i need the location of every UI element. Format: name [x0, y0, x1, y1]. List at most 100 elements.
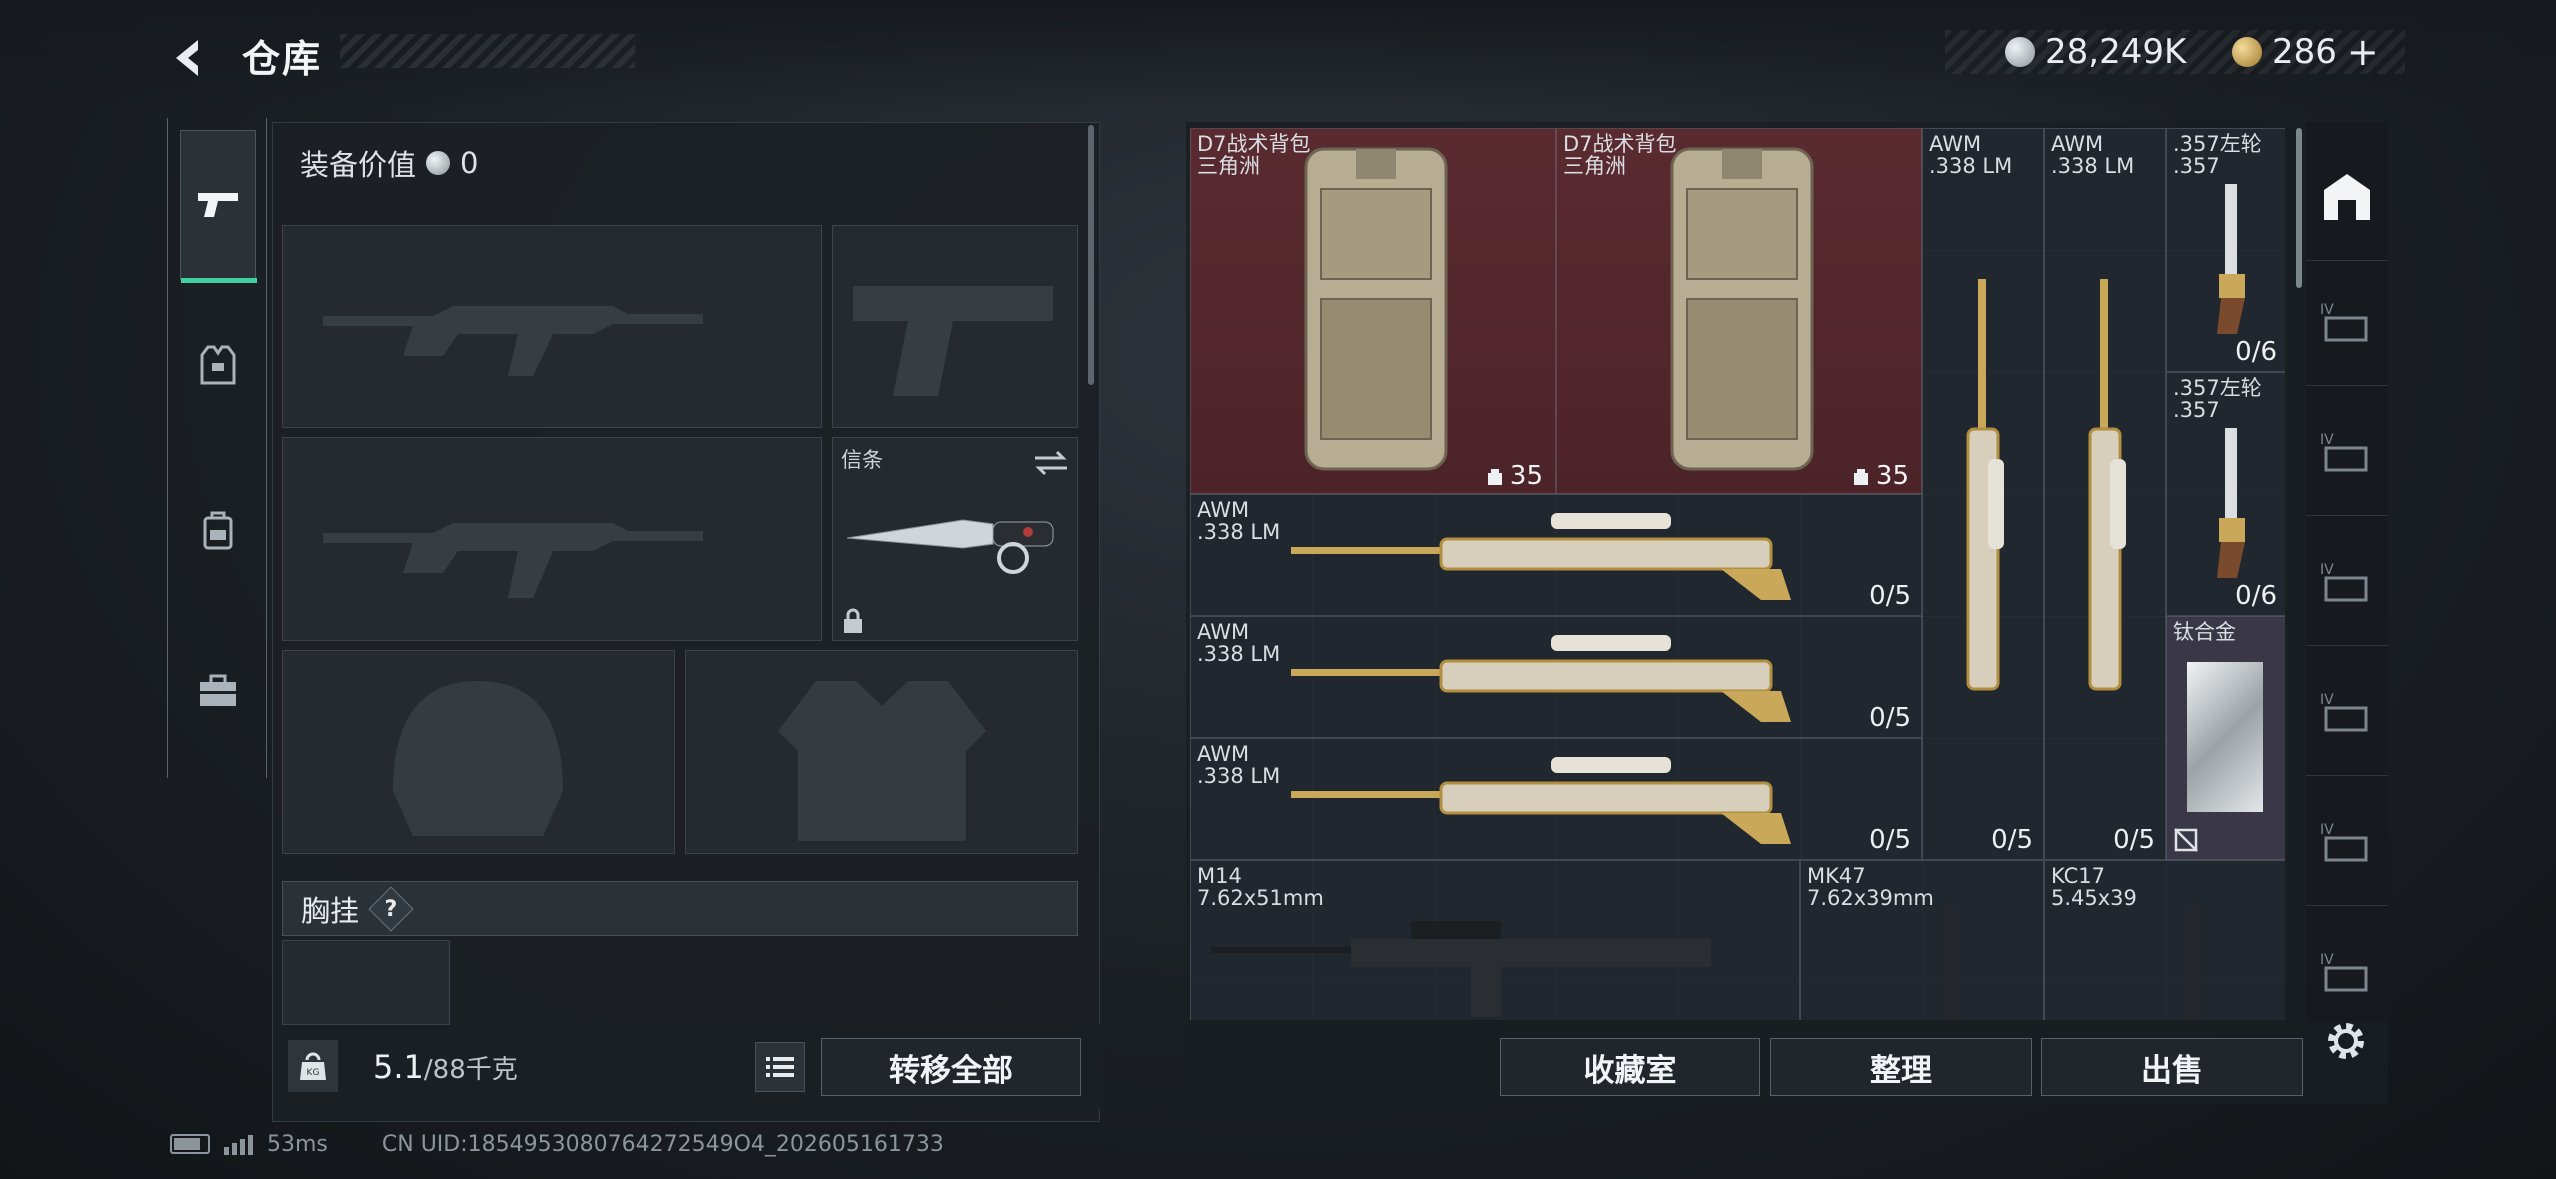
- stash-grid: D7战术背包 三角洲 35 D7战术背包 三角洲 35 AWM .338 LM: [1190, 128, 2285, 1020]
- rifle-silhouette-icon: [323, 306, 703, 376]
- back-arrow-icon: [176, 40, 198, 76]
- stash-item-titanium-alloy[interactable]: 钛合金: [2166, 616, 2285, 860]
- chest-rig-slot[interactable]: [282, 940, 450, 1025]
- stash-item-m14[interactable]: M14 7.62x51mm: [1190, 860, 1800, 1020]
- svg-text:IV: IV: [2320, 822, 2334, 838]
- item-count: 0/5: [2113, 825, 2155, 855]
- filter-tier-4-f[interactable]: IV: [2315, 940, 2379, 1004]
- svg-text:IV: IV: [2320, 432, 2334, 448]
- item-name: MK47 7.62x39mm: [1807, 864, 1934, 910]
- help-icon[interactable]: ?: [368, 885, 414, 932]
- filter-tier-4-b[interactable]: IV: [2315, 420, 2379, 484]
- add-currency-button[interactable]: +: [2347, 30, 2379, 74]
- filter-tier-4-a[interactable]: IV: [2315, 290, 2379, 354]
- item-count: 0/5: [1869, 581, 1911, 611]
- back-button[interactable]: [160, 28, 220, 88]
- primary-weapon-slot-1[interactable]: [282, 225, 822, 428]
- melee-label: 信条: [841, 448, 883, 472]
- lock-icon: [844, 608, 862, 633]
- filter-all-button[interactable]: [2315, 165, 2379, 229]
- helmet-slot[interactable]: [282, 650, 675, 854]
- equipment-value: 装备价值 0: [300, 142, 478, 184]
- item-name: .357左轮 .357: [2173, 132, 2262, 178]
- item-name: AWM .338 LM: [2051, 132, 2135, 178]
- collection-room-button[interactable]: 收藏室: [1500, 1038, 1760, 1096]
- body-armor-slot[interactable]: [685, 650, 1078, 854]
- item-name: AWM .338 LM: [1197, 498, 1281, 544]
- primary-weapon-slot-2[interactable]: [282, 437, 822, 641]
- stash-item-awm[interactable]: AWM .338 LM 0/5: [2044, 128, 2166, 860]
- filter-tier-4-c[interactable]: IV: [2315, 550, 2379, 614]
- rifle-icon: [1943, 906, 1957, 1020]
- filter-tier-4-d[interactable]: IV: [2315, 680, 2379, 744]
- sniper-rifle-icon: [1291, 635, 1791, 722]
- stash-item-awm[interactable]: AWM .338 LM 0/5: [1190, 494, 1922, 616]
- pistol-silhouette-icon: [853, 286, 1053, 396]
- home-shelter-icon: [2324, 174, 2370, 220]
- svg-text:IV: IV: [2320, 952, 2334, 968]
- item-name: D7战术背包 三角洲: [1197, 132, 1311, 178]
- armor-vest-icon: [200, 345, 236, 385]
- stash-item-mk47[interactable]: MK47 7.62x39mm: [1800, 860, 2044, 1020]
- organize-button[interactable]: 整理: [1770, 1038, 2032, 1096]
- equipment-value-amount: 0: [460, 146, 479, 180]
- stash-item-kc17[interactable]: KC17 5.45x39: [2044, 860, 2285, 1020]
- svg-text:KG: KG: [307, 1068, 320, 1078]
- no-insure-icon: [2174, 828, 2198, 852]
- tier-iv-item-icon: IV: [2320, 952, 2368, 992]
- swap-icon[interactable]: [1033, 448, 1069, 478]
- backpack-icon: [203, 511, 233, 550]
- item-name: M14 7.62x51mm: [1197, 864, 1324, 910]
- gold-amount: 286: [2272, 32, 2337, 72]
- item-name: AWM .338 LM: [1929, 132, 2013, 178]
- filter-tier-4-e[interactable]: IV: [2315, 810, 2379, 874]
- backpack-image-icon: [1304, 147, 1448, 471]
- sniper-rifle-icon: [1291, 757, 1791, 844]
- tab-backpack[interactable]: [180, 455, 256, 605]
- item-count: 0/6: [2235, 337, 2277, 367]
- stash-item-revolver[interactable]: .357左轮 .357 0/6: [2166, 372, 2285, 616]
- chest-rig-header[interactable]: 胸挂 ?: [282, 881, 1078, 936]
- settings-button[interactable]: [2320, 1015, 2372, 1067]
- list-icon: [766, 1057, 794, 1077]
- transfer-all-button[interactable]: 转移全部: [821, 1038, 1081, 1096]
- rifle-icon: [1211, 921, 1711, 1017]
- gold-currency[interactable]: 286 +: [2232, 30, 2379, 74]
- melee-slot[interactable]: 信条: [832, 437, 1078, 641]
- item-name: AWM .338 LM: [1197, 620, 1281, 666]
- item-name: AWM .338 LM: [1197, 742, 1281, 788]
- stash-scrollbar[interactable]: [2296, 128, 2302, 288]
- sniper-rifle-icon: [1966, 279, 2004, 691]
- rifle-icon: [2187, 906, 2201, 1020]
- svg-text:IV: IV: [2320, 692, 2334, 708]
- list-view-button[interactable]: [755, 1042, 805, 1092]
- gold-coin-icon: [2232, 37, 2262, 67]
- sniper-rifle-icon: [2088, 279, 2126, 691]
- stash-item-backpack[interactable]: D7战术背包 三角洲 35: [1190, 128, 1556, 494]
- stash-item-awm[interactable]: AWM .338 LM 0/5: [1190, 738, 1922, 860]
- item-count: 0/5: [1869, 703, 1911, 733]
- tab-armor[interactable]: [180, 290, 256, 440]
- stash-item-backpack[interactable]: D7战术背包 三角洲 35: [1556, 128, 1922, 494]
- sidearm-slot[interactable]: [832, 225, 1078, 428]
- rifle-silhouette-icon: [323, 523, 703, 598]
- title-decoration: [340, 34, 635, 68]
- stash-item-awm[interactable]: AWM .338 LM 0/5: [1922, 128, 2044, 860]
- helmet-silhouette-icon: [393, 681, 563, 836]
- carry-weight: 5.1/88千克: [373, 1048, 518, 1086]
- equipment-scrollbar[interactable]: [1088, 125, 1094, 385]
- tab-toolbox[interactable]: [180, 615, 256, 765]
- kettlebell-icon: KG: [300, 1052, 326, 1080]
- chest-rig-label: 胸挂: [301, 893, 360, 928]
- stash-item-awm[interactable]: AWM .338 LM 0/5: [1190, 616, 1922, 738]
- tier-iv-item-icon: IV: [2320, 692, 2368, 732]
- page-title: 仓库: [242, 37, 323, 81]
- help-icon-text: ?: [384, 895, 398, 921]
- sell-button[interactable]: 出售: [2041, 1038, 2303, 1096]
- weight-current: 5.1: [373, 1048, 424, 1086]
- tab-weapons[interactable]: [180, 130, 257, 283]
- item-count-value: 35: [1509, 461, 1543, 491]
- signal-icon: [224, 1133, 253, 1155]
- pistol-icon: [198, 193, 238, 217]
- stash-item-revolver[interactable]: .357左轮 .357 0/6: [2166, 128, 2285, 372]
